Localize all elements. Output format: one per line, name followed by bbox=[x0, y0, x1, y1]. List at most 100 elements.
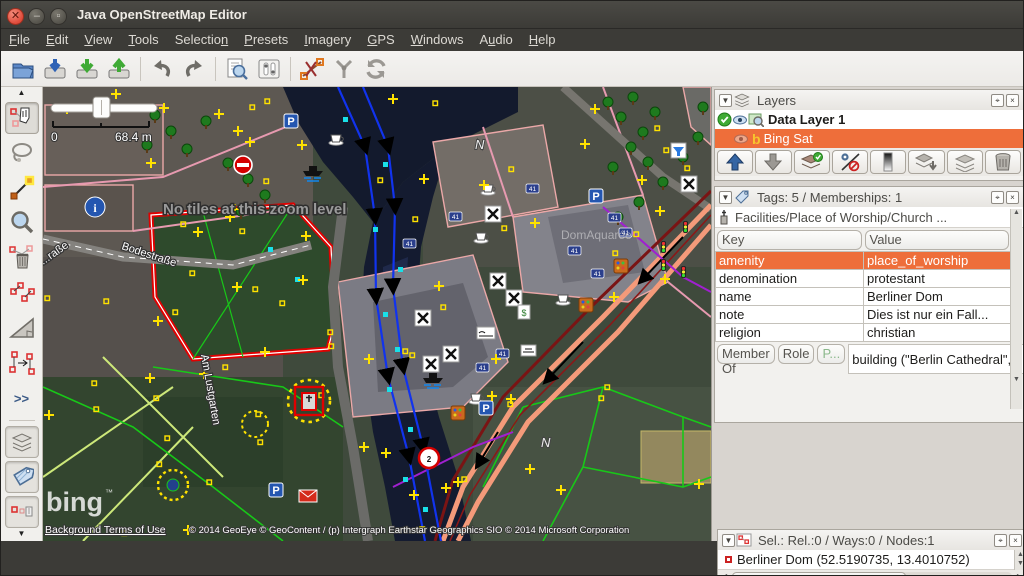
unglue-tool-button[interactable] bbox=[5, 277, 39, 309]
membership-row[interactable]: building ("Berlin Cathedral", ... label … bbox=[849, 345, 1024, 374]
move-tool-button[interactable] bbox=[5, 102, 39, 134]
close-panel-icon[interactable]: × bbox=[1006, 94, 1019, 107]
layer-duplicate-button[interactable] bbox=[947, 150, 983, 174]
preset-row[interactable]: Facilities/Place of Worship/Church ... bbox=[715, 207, 1023, 228]
parallel-tool-button[interactable] bbox=[5, 347, 39, 379]
menu-presets[interactable]: Presets bbox=[236, 29, 296, 50]
scroll-up-icon[interactable]: ▲ bbox=[3, 87, 41, 99]
eye-icon[interactable] bbox=[732, 114, 748, 126]
tags-toggle-button[interactable] bbox=[5, 461, 39, 493]
search-doc-icon bbox=[225, 58, 249, 80]
close-icon[interactable]: ✕ bbox=[7, 8, 24, 25]
selection-hscrollbar[interactable]: ◀ ▶ bbox=[718, 570, 1024, 576]
selection-item[interactable]: Berliner Dom (52.5190735, 13.4010752) ▲▼ bbox=[718, 550, 1024, 570]
more-tools-button[interactable]: >> bbox=[5, 382, 39, 414]
combine-way-button[interactable] bbox=[328, 54, 360, 84]
svg-text:41: 41 bbox=[611, 215, 619, 222]
redo-button[interactable] bbox=[178, 54, 210, 84]
layers-toggle-button[interactable] bbox=[5, 426, 39, 458]
tags-panel-header: ▼ Tags: 5 / Memberships: 1 ⌖ × bbox=[715, 187, 1023, 207]
draw-tool-button[interactable] bbox=[5, 172, 39, 204]
selected-node-berliner-dom[interactable] bbox=[288, 380, 330, 422]
save-button[interactable] bbox=[71, 54, 103, 84]
lasso-tool-icon bbox=[9, 140, 35, 166]
restaurant-icon bbox=[443, 346, 459, 362]
preferences-button[interactable] bbox=[253, 54, 285, 84]
tags-scrollbar[interactable]: ▲▼ bbox=[1010, 209, 1022, 409]
layer-row-data[interactable]: Data Layer 1 bbox=[715, 110, 1023, 129]
pin-icon[interactable]: ⌖ bbox=[994, 534, 1007, 547]
toolbar-separator bbox=[215, 57, 216, 81]
lasso-tool-button[interactable] bbox=[5, 137, 39, 169]
menu-gps[interactable]: GPS bbox=[359, 29, 402, 50]
menu-help[interactable]: Help bbox=[521, 29, 564, 50]
pin-icon[interactable]: ⌖ bbox=[991, 191, 1004, 204]
layers-panel: ▼ Layers ⌖ × Data Layer 1 b Bing Sat bbox=[714, 89, 1024, 181]
tag-row-amenity[interactable]: amenity place_of_worship bbox=[716, 252, 1011, 270]
delete-tool-icon bbox=[9, 245, 35, 271]
layer-down-button[interactable] bbox=[755, 150, 791, 174]
menu-selection[interactable]: Selection bbox=[167, 29, 236, 50]
tags-table: amenity place_of_worshipdenomination pro… bbox=[715, 251, 1011, 342]
layer-opacity-button[interactable] bbox=[870, 150, 906, 174]
download-button[interactable] bbox=[39, 54, 71, 84]
map-copyright: © 2014 GeoEye © GeoContent / (p) Intergr… bbox=[189, 525, 629, 536]
menu-file[interactable]: File bbox=[1, 29, 38, 50]
active-check-icon bbox=[717, 112, 732, 127]
tag-row-note[interactable]: note Dies ist nur ein Fall... bbox=[716, 306, 1011, 324]
preset-label: Facilities/Place of Worship/Church ... bbox=[735, 210, 947, 225]
split-way-button[interactable] bbox=[296, 54, 328, 84]
layer-up-icon bbox=[724, 152, 746, 172]
collapse-icon[interactable]: ▼ bbox=[719, 94, 732, 107]
menu-windows[interactable]: Windows bbox=[403, 29, 472, 50]
taxi-icon bbox=[521, 345, 536, 356]
hscroll-thumb[interactable] bbox=[732, 572, 905, 576]
selection-spinner[interactable]: ▲▼ bbox=[1014, 550, 1024, 570]
menu-view[interactable]: View bbox=[76, 29, 120, 50]
close-panel-icon[interactable]: × bbox=[1009, 534, 1022, 547]
search-doc-button[interactable] bbox=[221, 54, 253, 84]
menu-audio[interactable]: Audio bbox=[471, 29, 520, 50]
terms-link[interactable]: Background Terms of Use bbox=[45, 524, 166, 536]
pin-icon[interactable]: ⌖ bbox=[991, 94, 1004, 107]
open-file-button[interactable] bbox=[7, 54, 39, 84]
value-column-header[interactable]: Value bbox=[865, 230, 1010, 250]
layer-merge-button[interactable] bbox=[908, 150, 944, 174]
member-cell: building ("Berlin Cathedral", ... bbox=[849, 345, 1024, 374]
close-panel-icon[interactable]: × bbox=[1006, 191, 1019, 204]
layer-activate-button[interactable] bbox=[794, 150, 830, 174]
layer-delete-button[interactable] bbox=[985, 150, 1021, 174]
menu-edit[interactable]: Edit bbox=[38, 29, 76, 50]
layer-showhide-button[interactable] bbox=[832, 150, 868, 174]
undo-button[interactable] bbox=[146, 54, 178, 84]
extrude-tool-button[interactable] bbox=[5, 312, 39, 344]
zoom-tool-button[interactable] bbox=[5, 207, 39, 239]
menu-imagery[interactable]: Imagery bbox=[296, 29, 359, 50]
selection-toggle-button[interactable] bbox=[5, 496, 39, 528]
tag-icon bbox=[733, 189, 751, 205]
menu-tools[interactable]: Tools bbox=[120, 29, 166, 50]
scroll-down-icon[interactable]: ▼ bbox=[3, 528, 41, 540]
key-column-header[interactable]: Key bbox=[717, 230, 862, 250]
unglue-tool-icon bbox=[9, 280, 35, 306]
role-header[interactable]: Role bbox=[778, 344, 815, 364]
layer-row-bing[interactable]: b Bing Sat bbox=[715, 129, 1023, 148]
map-canvas[interactable]: 414141414141414141PPPP 2 i $ Bodestraße … bbox=[43, 87, 711, 541]
tag-row-religion[interactable]: religion christian bbox=[716, 324, 1011, 342]
layer-up-button[interactable] bbox=[717, 150, 753, 174]
collapse-icon[interactable]: ▼ bbox=[722, 534, 735, 547]
tag-row-denomination[interactable]: denomination protestant bbox=[716, 270, 1011, 288]
restaurant-icon bbox=[490, 273, 506, 289]
maximize-icon[interactable]: ▫ bbox=[50, 8, 67, 25]
collapse-icon[interactable]: ▼ bbox=[719, 191, 732, 204]
member-of-header[interactable]: Member Of bbox=[717, 344, 775, 364]
map-view[interactable]: 414141414141414141PPPP 2 i $ Bodestraße … bbox=[43, 87, 711, 541]
delete-tool-button[interactable] bbox=[5, 242, 39, 274]
position-header[interactable]: P... bbox=[817, 344, 845, 364]
eye-dim-icon[interactable] bbox=[733, 133, 749, 145]
minimize-icon[interactable]: – bbox=[28, 8, 45, 25]
tag-row-name[interactable]: name Berliner Dom bbox=[716, 288, 1011, 306]
upload-button[interactable] bbox=[103, 54, 135, 84]
refresh-button[interactable] bbox=[360, 54, 392, 84]
draw-tool-icon bbox=[9, 175, 35, 201]
